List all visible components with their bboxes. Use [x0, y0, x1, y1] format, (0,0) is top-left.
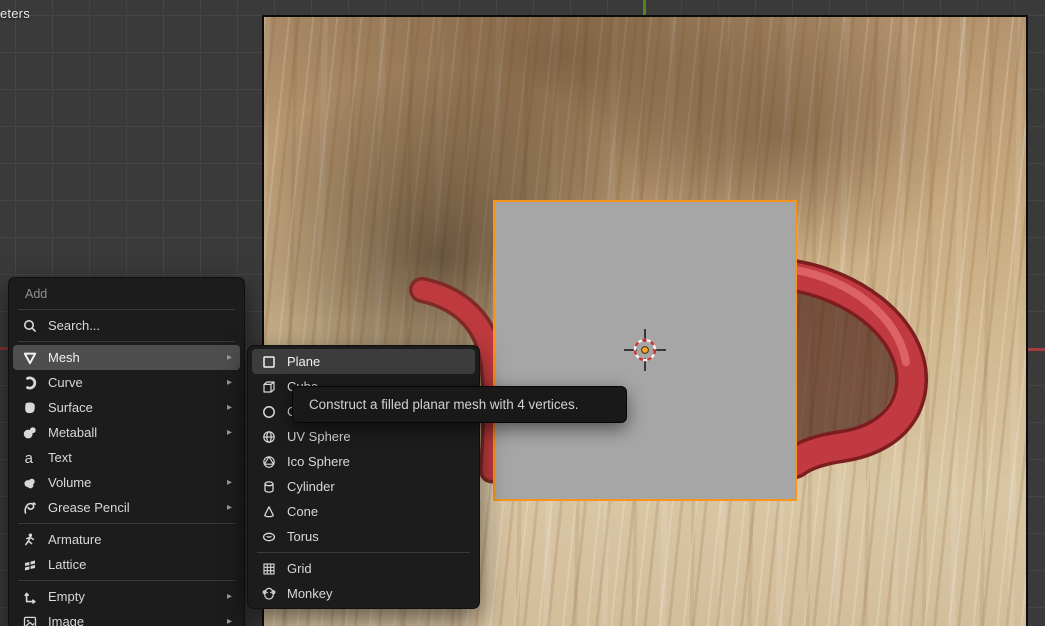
menu-separator [18, 523, 235, 524]
submenu-item-monkey[interactable]: Monkey [252, 581, 475, 606]
text-icon: a [21, 450, 38, 466]
grid-icon [260, 561, 277, 577]
menu-item-label: Surface [48, 400, 93, 415]
armature-icon [21, 532, 38, 548]
surface-icon [21, 400, 38, 416]
menu-item-volume[interactable]: Volume ▸ [13, 470, 240, 495]
uv-sphere-icon [260, 429, 277, 445]
submenu-item-torus[interactable]: Torus [252, 524, 475, 549]
menu-item-label: Grease Pencil [48, 500, 130, 515]
submenu-item-uv-sphere[interactable]: UV Sphere [252, 424, 475, 449]
menu-item-label: Monkey [287, 586, 333, 601]
menu-item-label: Torus [287, 529, 319, 544]
submenu-arrow-icon: ▸ [227, 503, 232, 513]
lattice-icon [21, 557, 38, 573]
unit-label: eters [0, 6, 30, 21]
submenu-item-cylinder[interactable]: Cylinder [252, 474, 475, 499]
x-axis-line [1028, 348, 1045, 351]
submenu-arrow-icon: ▸ [227, 353, 232, 363]
menu-separator [18, 341, 235, 342]
menu-item-armature[interactable]: Armature [13, 527, 240, 552]
grease-pencil-icon [21, 500, 38, 516]
3d-cursor [621, 326, 669, 374]
submenu-arrow-icon: ▸ [227, 428, 232, 438]
empty-icon [21, 589, 38, 605]
tooltip-text: Construct a filled planar mesh with 4 ve… [309, 397, 578, 412]
menu-item-empty[interactable]: Empty ▸ [13, 584, 240, 609]
menu-item-image[interactable]: Image ▸ [13, 609, 240, 626]
menu-item-grease-pencil[interactable]: Grease Pencil ▸ [13, 495, 240, 520]
tooltip: Construct a filled planar mesh with 4 ve… [292, 386, 627, 423]
menu-item-text[interactable]: a Text [13, 445, 240, 470]
submenu-item-cone[interactable]: Cone [252, 499, 475, 524]
submenu-arrow-icon: ▸ [227, 478, 232, 488]
menu-item-label: Empty [48, 589, 85, 604]
menu-item-search[interactable]: Search... [13, 313, 240, 338]
submenu-arrow-icon: ▸ [227, 617, 232, 626]
menu-item-curve[interactable]: Curve ▸ [13, 370, 240, 395]
menu-item-label: Armature [48, 532, 101, 547]
torus-icon [260, 529, 277, 545]
menu-item-metaball[interactable]: Metaball ▸ [13, 420, 240, 445]
circle-icon [260, 404, 277, 420]
curve-icon [21, 375, 38, 391]
menu-item-label: Search... [48, 318, 100, 333]
menu-item-label: Volume [48, 475, 91, 490]
menu-item-label: Curve [48, 375, 83, 390]
mesh-icon [21, 350, 38, 366]
metaball-icon [21, 425, 38, 441]
monkey-icon [260, 586, 277, 602]
y-axis-line [643, 0, 646, 16]
menu-item-label: Mesh [48, 350, 80, 365]
svg-text:a: a [24, 450, 33, 466]
submenu-arrow-icon: ▸ [227, 378, 232, 388]
add-menu: Add Search... Mesh ▸ Curve ▸ [8, 277, 245, 626]
submenu-item-ico-sphere[interactable]: Ico Sphere [252, 449, 475, 474]
menu-item-label: Grid [287, 561, 312, 576]
menu-item-label: Text [48, 450, 72, 465]
menu-item-label: Ico Sphere [287, 454, 350, 469]
cone-icon [260, 504, 277, 520]
mesh-submenu: Plane Cube Circle UV Sphere Ico Sphere [247, 345, 480, 609]
menu-item-label: UV Sphere [287, 429, 351, 444]
ico-sphere-icon [260, 454, 277, 470]
cylinder-icon [260, 479, 277, 495]
menu-item-label: Cone [287, 504, 318, 519]
menu-item-label: Plane [287, 354, 320, 369]
menu-separator [18, 309, 235, 310]
menu-separator [257, 552, 470, 553]
menu-item-mesh[interactable]: Mesh ▸ [13, 345, 240, 370]
image-icon [21, 614, 38, 626]
menu-item-label: Lattice [48, 557, 86, 572]
add-menu-title: Add [9, 282, 244, 306]
menu-separator [18, 580, 235, 581]
submenu-item-grid[interactable]: Grid [252, 556, 475, 581]
submenu-arrow-icon: ▸ [227, 403, 232, 413]
submenu-arrow-icon: ▸ [227, 592, 232, 602]
menu-item-label: Image [48, 614, 84, 626]
x-axis-line [0, 347, 8, 350]
menu-item-surface[interactable]: Surface ▸ [13, 395, 240, 420]
cube-icon [260, 379, 277, 395]
submenu-item-plane[interactable]: Plane [252, 349, 475, 374]
plane-icon [260, 354, 277, 370]
volume-icon [21, 475, 38, 491]
menu-item-label: Metaball [48, 425, 97, 440]
menu-item-lattice[interactable]: Lattice [13, 552, 240, 577]
menu-item-label: Cylinder [287, 479, 335, 494]
blender-window: eters Add [0, 0, 1045, 626]
search-icon [21, 318, 38, 334]
